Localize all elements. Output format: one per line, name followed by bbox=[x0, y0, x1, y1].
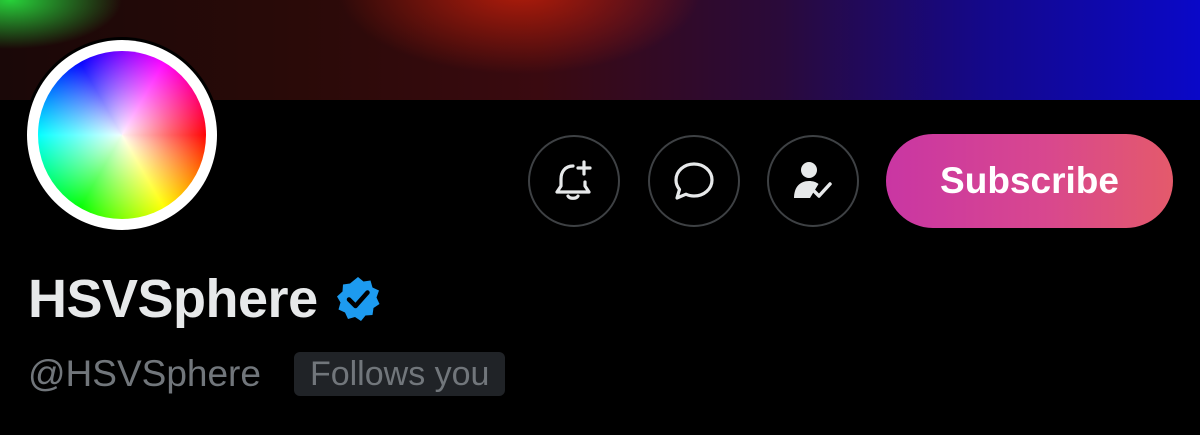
verified-badge-icon[interactable] bbox=[334, 275, 382, 323]
profile-name-row: HSVSphere bbox=[28, 266, 382, 332]
subscribe-button[interactable]: Subscribe bbox=[886, 134, 1173, 228]
color-wheel-icon bbox=[38, 51, 206, 219]
message-button[interactable] bbox=[648, 135, 740, 227]
profile-meta-row: @HSVSphere Follows you bbox=[28, 351, 506, 397]
chat-bubble-icon bbox=[674, 162, 714, 200]
follows-you-badge: Follows you bbox=[293, 352, 506, 396]
bell-plus-icon bbox=[555, 160, 592, 200]
avatar[interactable] bbox=[27, 40, 217, 230]
user-handle: @HSVSphere bbox=[28, 353, 261, 394]
display-name: HSVSphere bbox=[28, 269, 318, 329]
following-button[interactable] bbox=[767, 135, 859, 227]
person-check-icon bbox=[794, 162, 832, 198]
notifications-button[interactable] bbox=[528, 135, 620, 227]
